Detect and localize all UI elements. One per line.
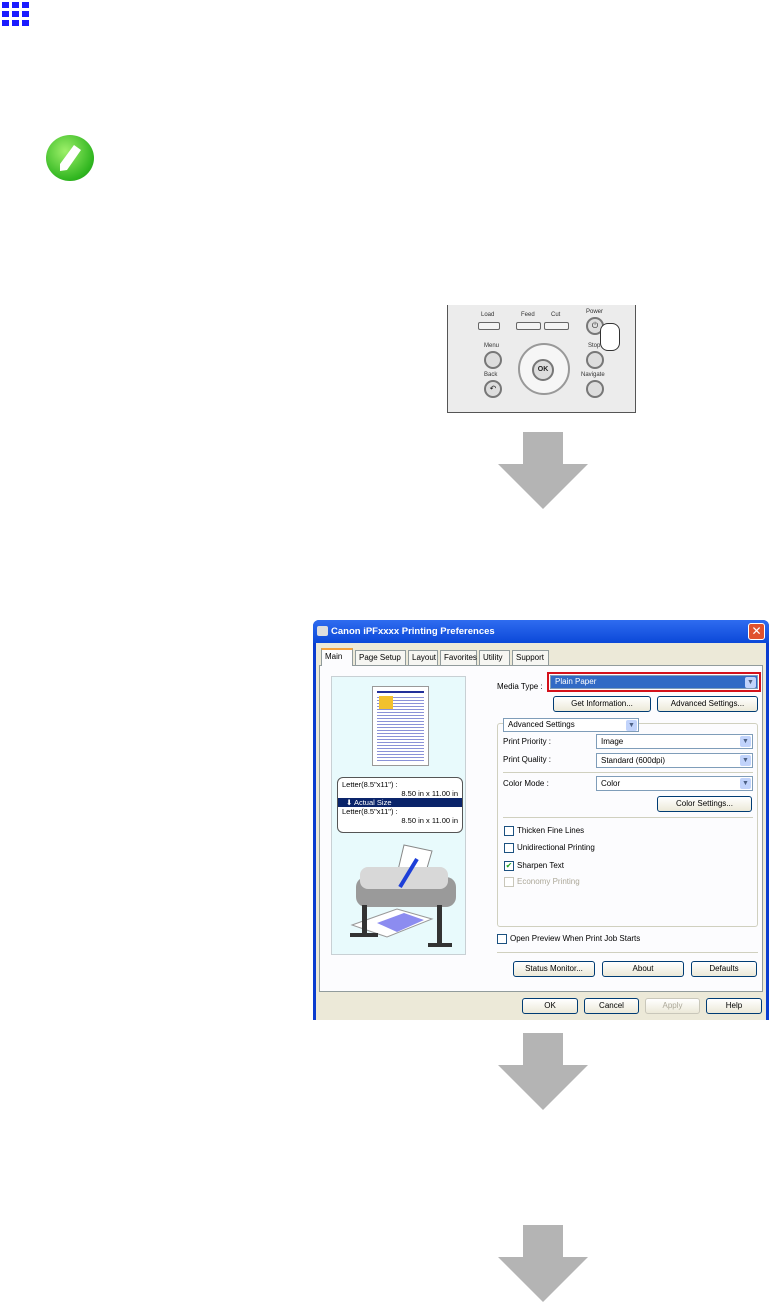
tab-page-setup[interactable]: Page Setup [355, 650, 406, 665]
advanced-settings-button[interactable]: Advanced Settings... [657, 696, 758, 712]
page-size-info: Letter(8.5"x11") : 8.50 in x 11.00 in ⬇ … [337, 777, 463, 833]
chevron-down-icon[interactable]: ▼ [745, 677, 756, 688]
unidirectional-printing-label: Unidirectional Printing [517, 843, 595, 852]
note-pencil-icon [46, 135, 94, 181]
menu-button [484, 351, 502, 369]
color-mode-value: Color [601, 779, 621, 788]
dialog-body: Main Page Setup Layout Favorites Utility… [316, 643, 766, 1020]
print-quality-value: Standard (600dpi) [601, 756, 666, 765]
media-type-select[interactable]: Plain Paper ▼ [550, 675, 758, 689]
close-button[interactable]: ✕ [748, 623, 765, 640]
tab-support[interactable]: Support [512, 650, 549, 665]
down-arrow-icon [498, 1033, 588, 1110]
image-thumbnail-icon [379, 696, 393, 709]
print-quality-label: Print Quality : [503, 755, 552, 764]
print-priority-label: Print Priority : [503, 737, 552, 746]
media-type-label: Media Type : [497, 682, 543, 691]
printer-illustration [350, 844, 456, 947]
stop-label: Stop [588, 343, 601, 349]
get-information-button[interactable]: Get Information... [553, 696, 651, 712]
down-arrow-icon [498, 1225, 588, 1302]
economy-printing-label: Economy Printing [517, 877, 580, 886]
printer-icon [317, 626, 328, 636]
about-button[interactable]: About [602, 961, 684, 977]
cancel-button[interactable]: Cancel [584, 998, 639, 1014]
down-arrow-icon [498, 432, 588, 509]
open-preview-label: Open Preview When Print Job Starts [510, 934, 641, 943]
cut-button [544, 322, 569, 330]
ok-button: OK [532, 359, 554, 381]
divider [503, 772, 753, 773]
tab-main[interactable]: Main [321, 648, 353, 666]
tab-favorites[interactable]: Favorites [440, 650, 477, 665]
original-dimensions: 8.50 in x 11.00 in [401, 789, 458, 798]
printer-control-panel-image: Load Feed Cut Power ⏻ Menu Back ↶ OK Sto… [447, 305, 636, 413]
chevron-down-icon[interactable]: ▼ [626, 720, 637, 731]
divider [497, 952, 758, 953]
output-size: Letter(8.5"x11") : [342, 807, 398, 816]
menu-label: Menu [484, 343, 500, 349]
main-tab-panel: Letter(8.5"x11") : 8.50 in x 11.00 in ⬇ … [319, 665, 763, 992]
power-label: Power [586, 309, 604, 315]
tab-utility[interactable]: Utility [479, 650, 510, 665]
apply-button: Apply [645, 998, 700, 1014]
ok-button[interactable]: OK [522, 998, 578, 1014]
feed-button [516, 322, 541, 330]
preview-pane: Letter(8.5"x11") : 8.50 in x 11.00 in ⬇ … [331, 676, 466, 955]
sharpen-text-label: Sharpen Text [517, 861, 564, 870]
print-quality-select[interactable]: Standard (600dpi) ▼ [596, 753, 753, 768]
print-priority-value: Image [601, 737, 624, 746]
chevron-down-icon[interactable]: ▼ [740, 755, 751, 766]
thicken-fine-lines-checkbox[interactable] [504, 826, 514, 836]
pointing-hand-icon [600, 323, 620, 351]
color-mode-select[interactable]: Color ▼ [596, 776, 753, 791]
sharpen-text-checkbox[interactable]: ✔ [504, 861, 514, 871]
chevron-down-icon[interactable]: ▼ [740, 736, 751, 747]
media-type-value: Plain Paper [555, 677, 597, 686]
color-settings-button[interactable]: Color Settings... [657, 796, 752, 812]
output-dimensions: 8.50 in x 11.00 in [401, 816, 458, 825]
page-thumbnail [372, 686, 429, 766]
navigate-button [586, 380, 604, 398]
back-button: ↶ [484, 380, 502, 398]
color-mode-label: Color Mode : [503, 779, 549, 788]
load-button [478, 322, 500, 330]
back-label: Back [484, 372, 498, 378]
printing-preferences-dialog: Canon iPFxxxx Printing Preferences ✕ Mai… [313, 620, 769, 1020]
defaults-button[interactable]: Defaults [691, 961, 757, 977]
feed-label: Feed [521, 312, 535, 318]
print-priority-select[interactable]: Image ▼ [596, 734, 753, 749]
grid-menu-icon[interactable] [0, 0, 30, 28]
status-monitor-button[interactable]: Status Monitor... [513, 961, 595, 977]
cut-label: Cut [551, 312, 561, 318]
stop-button [586, 351, 604, 369]
dialog-title: Canon iPFxxxx Printing Preferences [313, 620, 769, 643]
thicken-fine-lines-label: Thicken Fine Lines [517, 826, 585, 835]
tab-layout[interactable]: Layout [408, 650, 438, 665]
load-label: Load [481, 312, 495, 318]
original-size: Letter(8.5"x11") : [342, 780, 398, 789]
navigate-label: Navigate [581, 372, 605, 378]
chevron-down-icon[interactable]: ▼ [740, 778, 751, 789]
economy-printing-checkbox [504, 877, 514, 887]
settings-mode-value: Advanced Settings [508, 720, 575, 729]
help-button[interactable]: Help [706, 998, 762, 1014]
open-preview-checkbox[interactable] [497, 934, 507, 944]
settings-mode-select[interactable]: Advanced Settings ▼ [503, 718, 639, 732]
unidirectional-printing-checkbox[interactable] [504, 843, 514, 853]
divider [503, 817, 753, 818]
actual-size-label: Actual Size [353, 798, 392, 807]
